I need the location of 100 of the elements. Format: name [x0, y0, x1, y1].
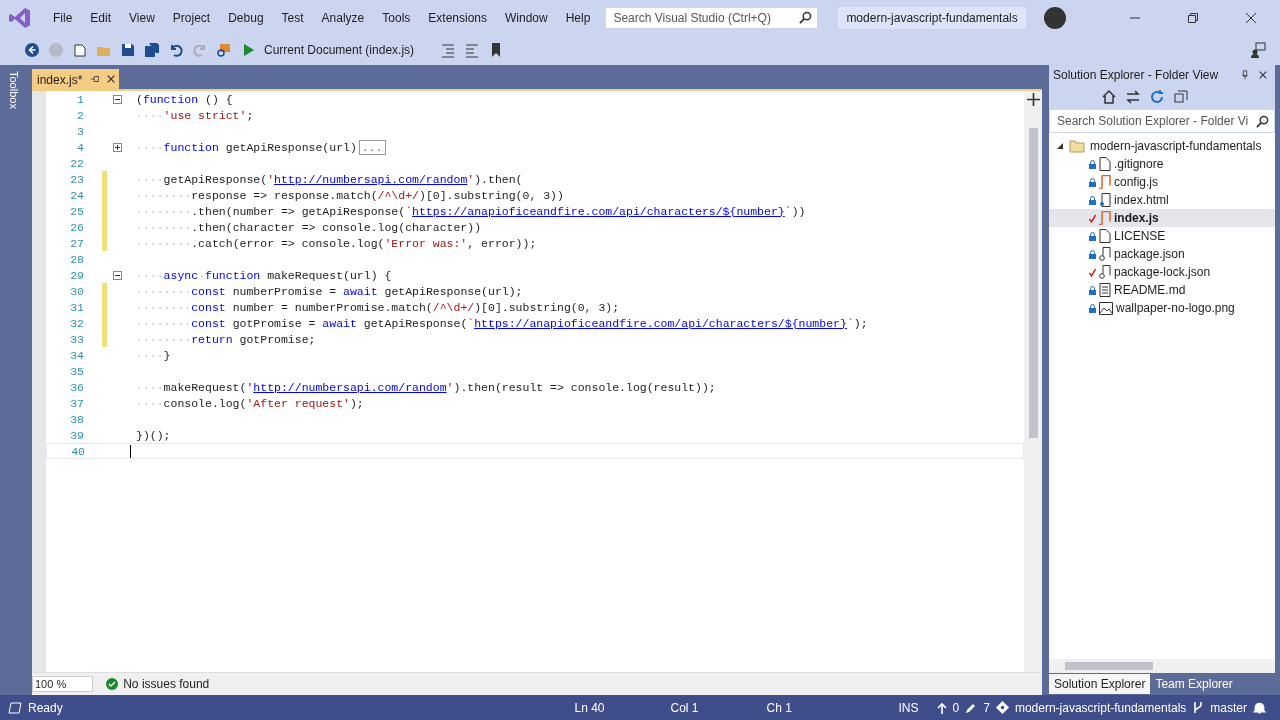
- menu-item[interactable]: Project: [163, 10, 220, 25]
- line-number: 22: [69, 156, 84, 170]
- code-line: ········.catch(error => console.log('Error was:', error));: [136, 236, 537, 250]
- refresh-icon[interactable]: [1149, 89, 1165, 105]
- zoom-dropdown[interactable]: 100 %: [32, 676, 94, 692]
- insert-mode: INS: [898, 700, 920, 715]
- avatar-icon[interactable]: [1044, 6, 1066, 29]
- code-line: ········response => response.match(/^\d+/)[0].substring(0, 3)): [136, 188, 564, 202]
- home-icon[interactable]: [1101, 89, 1117, 105]
- code-line: ········const numberPromise = await getApiResponse(url);: [136, 284, 523, 298]
- changes-count[interactable]: 7: [983, 700, 990, 715]
- script-file-icon: [1099, 175, 1111, 189]
- tree-item[interactable]: modern-javascript-fundamentals: [1090, 139, 1262, 153]
- panel-tab[interactable]: Solution Explorer: [1049, 674, 1151, 694]
- tree-item[interactable]: README.md: [1114, 283, 1186, 297]
- tree-item[interactable]: config.js: [1114, 175, 1159, 189]
- repository-name[interactable]: modern-javascript-fundamentals: [1014, 700, 1187, 715]
- new-item-icon[interactable]: [72, 42, 88, 58]
- code-line: ····'use strict';: [136, 108, 254, 122]
- branch-name[interactable]: master: [1210, 700, 1247, 715]
- app-logo-icon: [8, 5, 32, 30]
- search-icon: [1256, 114, 1269, 128]
- bell-icon[interactable]: [1253, 701, 1266, 714]
- expand-arrow-icon[interactable]: [1056, 142, 1064, 150]
- toolbox-tab[interactable]: Toolbox: [8, 71, 20, 109]
- tree-item[interactable]: wallpaper-no-logo.png: [1116, 301, 1235, 315]
- split-icon[interactable]: [1026, 93, 1040, 106]
- outdent-icon[interactable]: [464, 42, 481, 58]
- tree-item[interactable]: package.json: [1114, 247, 1185, 261]
- tree-item[interactable]: index.js: [1114, 211, 1159, 225]
- sync-icon[interactable]: [1125, 89, 1141, 105]
- json-file-icon: [1099, 265, 1111, 279]
- search-field[interactable]: Search Visual Studio (Ctrl+Q): [605, 6, 819, 29]
- line-number: 24: [69, 188, 84, 202]
- line-number: 28: [69, 252, 84, 266]
- scrollbar-thumb[interactable]: [1065, 662, 1153, 670]
- line-number: 25: [69, 204, 84, 218]
- line-indicator: Ln 40: [574, 700, 606, 715]
- line-number: 35: [69, 364, 84, 378]
- line-number: 36: [69, 380, 84, 394]
- column-indicator: Col 1: [670, 700, 700, 715]
- close-icon[interactable]: [1245, 11, 1257, 24]
- collapse-all-icon[interactable]: [1173, 89, 1189, 105]
- close-tab-icon[interactable]: [103, 69, 120, 89]
- pencil-icon: [965, 701, 978, 714]
- line-number: 29: [69, 268, 84, 282]
- line-number: 23: [69, 172, 84, 186]
- menu-item[interactable]: View: [120, 10, 164, 25]
- menu-item[interactable]: Test: [272, 10, 313, 25]
- code-line: ········return gotPromise;: [136, 332, 316, 346]
- output-window-icon[interactable]: [8, 701, 22, 714]
- up-arrow-icon: [936, 701, 947, 714]
- menu-item[interactable]: Help: [556, 10, 600, 25]
- script-file-icon: [1099, 211, 1111, 225]
- line-number: 26: [69, 220, 84, 234]
- menu-item[interactable]: Debug: [219, 10, 273, 25]
- menu-item[interactable]: Edit: [81, 10, 121, 25]
- restore-icon[interactable]: [1187, 11, 1199, 24]
- menu-item[interactable]: Window: [496, 10, 557, 25]
- tree-item[interactable]: package-lock.json: [1114, 265, 1211, 279]
- branch-icon: [1192, 701, 1205, 714]
- indent-icon[interactable]: [440, 42, 457, 58]
- panel-tab[interactable]: Team Explorer: [1150, 674, 1238, 694]
- issues-status[interactable]: No issues found: [123, 677, 210, 691]
- folder-icon: [1069, 139, 1085, 153]
- search-field[interactable]: Search Solution Explorer - Folder Vi: [1049, 109, 1275, 133]
- line-number: 27: [69, 236, 84, 250]
- search-icon: [799, 11, 813, 24]
- menu-item[interactable]: Analyze: [312, 10, 374, 25]
- fold-toggle-icon[interactable]: [112, 270, 122, 280]
- text-file-icon: [1099, 283, 1111, 297]
- repository-icon: [995, 701, 1009, 714]
- code-line: })();: [136, 428, 171, 442]
- line-number: 33: [69, 332, 84, 346]
- document-tab[interactable]: index.js*: [32, 69, 88, 89]
- fold-toggle-icon[interactable]: [112, 94, 122, 104]
- code-line: ····makeRequest('http://numbersapi.com/random').then(result => console.log(result));: [136, 380, 716, 394]
- menu-item[interactable]: Extensions: [419, 10, 496, 25]
- menu-item[interactable]: Tools: [373, 10, 420, 25]
- save-all-icon[interactable]: [144, 42, 160, 58]
- run-target-dropdown[interactable]: Current Document (index.js): [264, 43, 415, 57]
- panel-title: Solution Explorer - Folder View: [1053, 68, 1220, 82]
- find-icon[interactable]: [216, 42, 232, 58]
- unpushed-count[interactable]: 0: [952, 700, 960, 715]
- line-number: 32: [69, 316, 84, 330]
- feedback-icon[interactable]: [1250, 42, 1266, 58]
- menu-item[interactable]: File: [44, 10, 82, 25]
- undo-icon[interactable]: [168, 42, 184, 58]
- code-line: ····function getApiResponse(url) ...: [136, 140, 386, 154]
- tree-item[interactable]: LICENSE: [1114, 229, 1166, 243]
- tree-item[interactable]: .gitignore: [1114, 157, 1164, 171]
- scrollbar-thumb[interactable]: [1029, 128, 1038, 438]
- line-number: 4: [76, 140, 84, 154]
- back-icon[interactable]: [24, 42, 40, 58]
- fold-toggle-icon[interactable]: [112, 142, 122, 152]
- save-icon[interactable]: [120, 42, 136, 58]
- tree-item[interactable]: index.html: [1114, 193, 1169, 207]
- char-indicator: Ch 1: [766, 700, 793, 715]
- line-number: 34: [69, 348, 84, 362]
- code-line: ····getApiResponse('http://numbersapi.com/random').then(: [136, 172, 523, 186]
